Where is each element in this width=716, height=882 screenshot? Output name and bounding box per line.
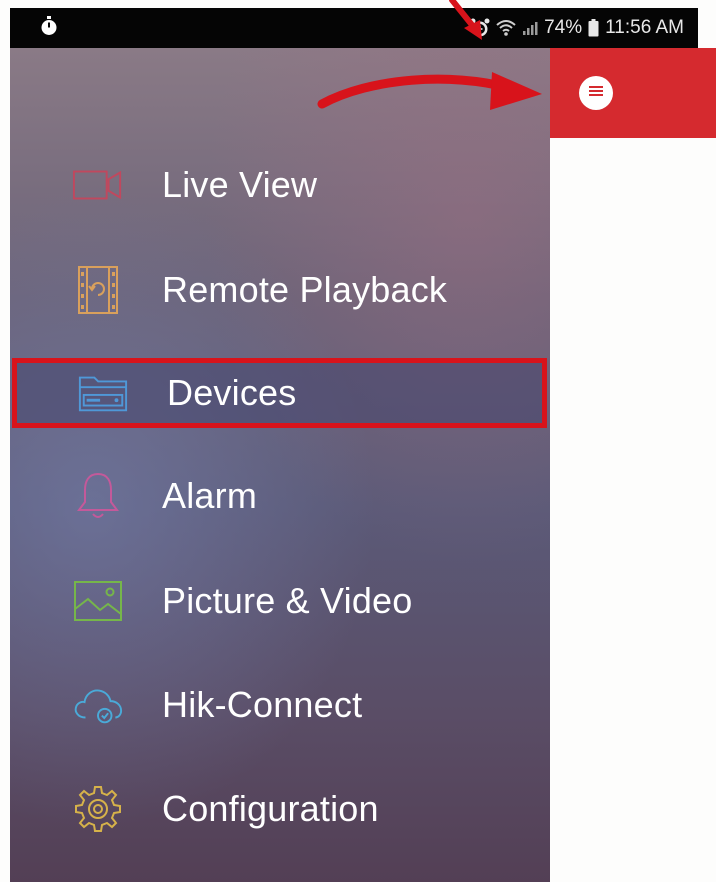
gear-icon (72, 783, 124, 835)
navigation-drawer: Live View Remote Playback Devices Alarm … (10, 48, 550, 882)
film-playback-icon (72, 264, 124, 316)
bell-icon (72, 470, 124, 522)
battery-icon (588, 19, 599, 37)
screen: 74% 11:56 AM Live View Remote Playback D… (0, 0, 716, 882)
menu-item-label: Live View (162, 164, 318, 205)
menu-icon (588, 84, 604, 103)
signal-icon (522, 20, 538, 36)
menu-item-label: Picture & Video (162, 580, 413, 621)
menu-item-remote-playback[interactable]: Remote Playback (10, 247, 550, 333)
menu-item-picture-video[interactable]: Picture & Video (10, 558, 550, 644)
status-bar: 74% 11:56 AM (10, 8, 698, 48)
menu-item-label: Remote Playback (162, 269, 448, 310)
menu-item-alarm[interactable]: Alarm (10, 453, 550, 539)
menu-item-label: Alarm (162, 475, 258, 516)
app-bar (550, 48, 716, 138)
menu-button[interactable] (579, 76, 613, 110)
device-dvr-icon (77, 367, 129, 419)
menu-item-label: Hik-Connect (162, 684, 363, 725)
menu-item-label: Devices (167, 372, 297, 413)
battery-percent: 74% (544, 17, 583, 38)
status-right: 74% 11:56 AM (470, 17, 684, 39)
status-left (40, 15, 470, 41)
menu-item-label: Configuration (162, 788, 379, 829)
menu-item-devices[interactable]: Devices (12, 358, 547, 428)
cloud-icon (72, 679, 124, 731)
video-camera-icon (72, 159, 124, 211)
alarm-icon (470, 18, 490, 38)
menu-item-live-view[interactable]: Live View (10, 142, 550, 228)
status-time: 11:56 AM (605, 17, 684, 38)
menu-item-hik-connect[interactable]: Hik-Connect (10, 662, 550, 748)
stopwatch-icon (40, 15, 58, 41)
picture-icon (72, 575, 124, 627)
wifi-icon (496, 19, 516, 37)
menu-item-configuration[interactable]: Configuration (10, 766, 550, 852)
